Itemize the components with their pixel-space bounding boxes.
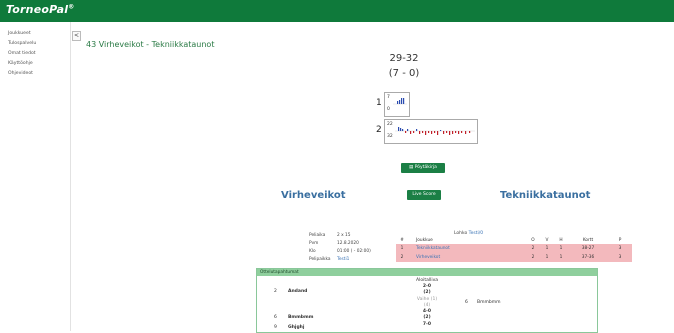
info-pvm: Pvm 12.8.2020 <box>309 241 359 246</box>
sidebar: Joukkueet Tulospalvelu Omat tiedot Käytt… <box>0 22 71 331</box>
col-won: V <box>545 237 549 243</box>
col-team: Joukkue <box>416 237 433 243</box>
app-logo[interactable]: TorneoPal® <box>6 3 74 16</box>
event-score: 2-0 <box>422 284 432 289</box>
sidebar-item-ohjevideot[interactable]: Ohjevideot <box>0 69 70 79</box>
table-row[interactable]: 1 Tekniikkataunot 2 1 1 38-27 3 <box>396 244 632 253</box>
event-right-number: 6 <box>465 300 468 305</box>
cell-rank: 1 <box>396 244 408 253</box>
sidebar-item-tulospalvelu[interactable]: Tulospalvelu <box>0 39 70 49</box>
home-team-name[interactable]: Virheveikot <box>281 190 346 201</box>
page-title: 43 Virheveikot - Tekniikkataunot <box>86 40 215 49</box>
events-start-label: Aloitalliva <box>415 278 439 283</box>
report-button[interactable]: ▤ Pöytäkirja <box>401 163 445 173</box>
info-klo: Klo 01:00 ( - 02:00) <box>309 249 371 254</box>
cell-goals: 38-27 <box>568 244 608 253</box>
venue-link[interactable]: Testi1 <box>337 257 349 262</box>
events-header: Ottelutapahtumat <box>257 269 597 276</box>
event-score: 4-0 <box>422 309 432 314</box>
cell-played: 2 <box>526 253 540 262</box>
period-2-label: 2 <box>376 125 382 135</box>
event-player-number: 9 <box>274 325 277 330</box>
sidebar-item-omat-tiedot[interactable]: Omat tiedot <box>0 49 70 59</box>
period-2-chart: 22 32 <box>384 119 478 144</box>
away-team-name[interactable]: Tekniikkataunot <box>500 190 590 201</box>
period-1-sparkline <box>393 98 407 105</box>
period-1-label: 1 <box>376 98 382 108</box>
cell-lost: 1 <box>554 244 568 253</box>
event-score: 7-0 <box>422 322 432 327</box>
live-score-button[interactable]: Live Score <box>407 190 441 200</box>
event-player-number: 6 <box>274 315 277 320</box>
event-score-sub: (2) <box>423 290 431 295</box>
event-player-name: Bmmbmm <box>288 315 314 320</box>
cell-lost: 1 <box>554 253 568 262</box>
standings-header-row: # Joukkue O V H Kortt P <box>396 236 632 244</box>
event-right-name: Bmmbmm <box>477 300 501 305</box>
sidebar-item-kayttoohje[interactable]: Käyttöohje <box>0 59 70 69</box>
col-lost: H <box>559 237 563 243</box>
match-events-panel: Ottelutapahtumat Aloitalliva 2 Andand 2-… <box>256 268 598 333</box>
cell-played: 2 <box>526 244 540 253</box>
top-bar: TorneoPal® <box>0 0 674 22</box>
cell-team[interactable]: Tekniikkataunot <box>408 244 526 253</box>
event-substitution-score: (4) <box>423 303 431 308</box>
cell-rank: 2 <box>396 253 408 262</box>
event-player-name: Ghjghj <box>288 325 305 330</box>
period-1-chart: 7 0 <box>384 92 410 117</box>
cell-won: 1 <box>540 253 554 262</box>
sidebar-collapse-button[interactable]: < <box>72 31 81 41</box>
table-row[interactable]: 2 Virheveikot 2 1 1 37-36 3 <box>396 253 632 262</box>
event-player-number: 2 <box>274 289 277 294</box>
col-rank: # <box>400 237 404 243</box>
cell-points: 3 <box>608 244 632 253</box>
period-2-sparkline <box>395 127 475 135</box>
halftime-score: (7 - 0) <box>388 68 420 79</box>
standings-table: # Joukkue O V H Kortt P 1 Tekniikkatauno… <box>396 236 632 262</box>
col-points: P <box>618 237 622 243</box>
cell-won: 1 <box>540 244 554 253</box>
cell-team[interactable]: Virheveikot <box>408 253 526 262</box>
cell-goals: 37-36 <box>568 253 608 262</box>
event-player-name: Andand <box>288 289 308 294</box>
match-score: 29-32 <box>389 53 419 64</box>
sidebar-item-joukkueet[interactable]: Joukkueet <box>0 29 70 39</box>
event-score-sub: (2) <box>423 315 431 320</box>
info-peliaika: Peliaika 2 x 15 <box>309 233 351 238</box>
event-substitution: Vaihe (1) <box>416 297 438 302</box>
cell-points: 3 <box>608 253 632 262</box>
col-played: O <box>531 237 535 243</box>
info-pelipaikka: Pelipaikka Testi1 <box>309 257 350 262</box>
col-goals: Kortt <box>582 237 594 243</box>
